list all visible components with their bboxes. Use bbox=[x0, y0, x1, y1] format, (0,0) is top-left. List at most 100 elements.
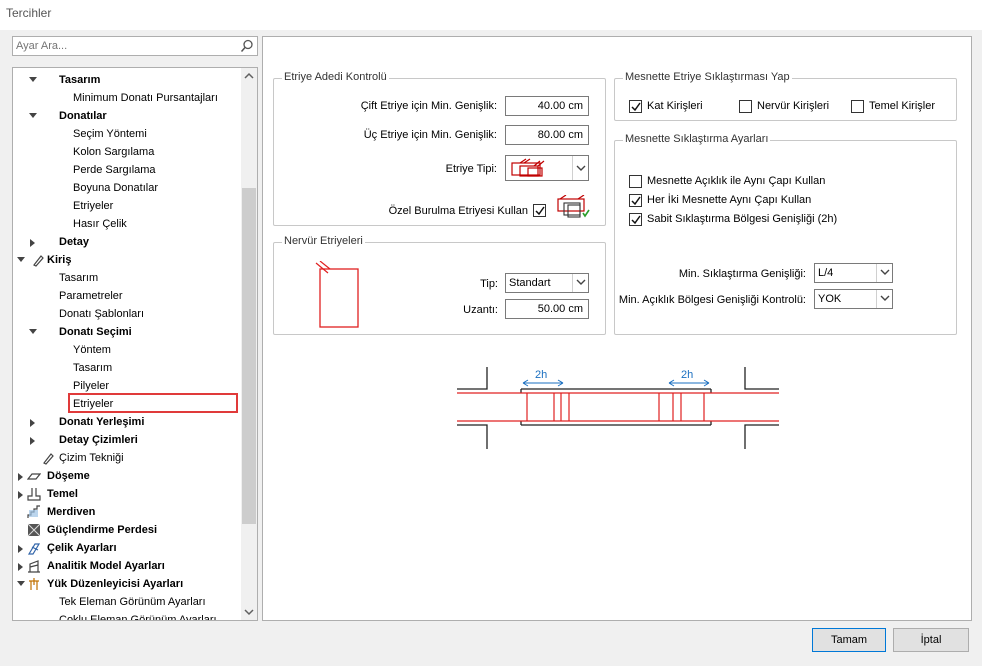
tree-item[interactable]: Perde Sargılama bbox=[13, 161, 241, 179]
nervur-tip-dropdown[interactable] bbox=[572, 274, 588, 292]
checkbox-box[interactable] bbox=[739, 100, 752, 113]
tree-item[interactable]: Temel bbox=[13, 485, 241, 503]
tree-item[interactable]: Kolon Sargılama bbox=[13, 143, 241, 161]
tree-item[interactable]: Kiriş bbox=[13, 251, 241, 269]
tree-item-label: Boyuna Donatılar bbox=[73, 182, 158, 194]
collapse-arrow-icon[interactable] bbox=[18, 491, 23, 499]
ozel-burulma-checkbox[interactable] bbox=[533, 202, 549, 218]
tree-scrollbar[interactable] bbox=[241, 68, 257, 620]
tree-item-label: Tasarım bbox=[59, 74, 101, 86]
tree-item[interactable]: Güçlendirme Perdesi bbox=[13, 521, 241, 539]
tree-item-label: Yöntem bbox=[73, 344, 111, 356]
expand-arrow-icon[interactable] bbox=[17, 581, 25, 586]
search-icon[interactable] bbox=[240, 39, 254, 53]
min-siklastirma-dropdown[interactable] bbox=[876, 264, 892, 282]
tree-item-label: Çizim Tekniği bbox=[59, 452, 124, 464]
tree-item[interactable]: Donatı Yerleşimi bbox=[13, 413, 241, 431]
tree-item[interactable]: Tasarım bbox=[13, 359, 241, 377]
rib-stirrup-drawing bbox=[315, 261, 359, 328]
checkbox-box[interactable] bbox=[629, 100, 642, 113]
tree-item[interactable]: Donatılar bbox=[13, 107, 241, 125]
min-siklastirma-value: L/4 bbox=[818, 267, 834, 279]
etriye-tipi-dropdown[interactable] bbox=[572, 156, 588, 180]
siklastirma-group: Mesnette Sıklaştırma Ayarları Mesnette A… bbox=[614, 133, 957, 335]
ozel-burulma-label: Özel Burulma Etriyesi Kullan bbox=[388, 205, 528, 217]
nervur-uzanti-label: Uzantı: bbox=[463, 304, 498, 316]
tree-item[interactable]: Etriyeler bbox=[13, 197, 241, 215]
nervur-uzanti-input[interactable]: 50.00 cm bbox=[505, 299, 589, 319]
checkbox-label: Sabit Sıklaştırma Bölgesi Genişliği (2h) bbox=[647, 213, 838, 225]
tree-item-label: Donatı Yerleşimi bbox=[59, 416, 145, 428]
expand-arrow-icon[interactable] bbox=[29, 77, 37, 82]
collapse-arrow-icon[interactable] bbox=[18, 473, 23, 481]
checkbox-box[interactable] bbox=[533, 204, 546, 217]
group-title: Etriye Adedi Kontrolü bbox=[282, 71, 389, 83]
tree-item[interactable]: Analitik Model Ayarları bbox=[13, 557, 241, 575]
uc-etriye-input[interactable]: 80.00 cm bbox=[505, 125, 589, 145]
min-aciklik-value: YOK bbox=[818, 293, 842, 305]
min-aciklik-combo[interactable]: YOK bbox=[814, 289, 893, 309]
tree-item[interactable]: Yöntem bbox=[13, 341, 241, 359]
expand-arrow-icon[interactable] bbox=[17, 257, 25, 262]
tree-item[interactable]: Döşeme bbox=[13, 467, 241, 485]
window-title: Tercihler bbox=[6, 6, 52, 20]
scroll-down-arrow-icon[interactable] bbox=[241, 604, 257, 620]
tree-item[interactable]: Merdiven bbox=[13, 503, 241, 521]
tree-item[interactable]: Donatı Seçimi bbox=[13, 323, 241, 341]
tree-item-label: Donatı Seçimi bbox=[59, 326, 132, 338]
chevron-down-icon bbox=[576, 279, 586, 285]
ok-button[interactable]: Tamam bbox=[812, 628, 886, 652]
tree-item[interactable]: Minimum Donatı Pursantajları bbox=[13, 89, 241, 107]
checkbox-box[interactable] bbox=[851, 100, 864, 113]
collapse-arrow-icon[interactable] bbox=[30, 437, 35, 445]
tree-item[interactable]: Tasarım bbox=[13, 269, 241, 287]
kat-kirisleri-checkbox[interactable]: Kat Kirişleri bbox=[629, 98, 719, 114]
tree-item[interactable]: Detay bbox=[13, 233, 241, 251]
tree-item[interactable]: Seçim Yöntemi bbox=[13, 125, 241, 143]
acikllik-ayni-cap-checkbox[interactable]: Mesnette Açıklık ile Aynı Çapı Kullan bbox=[629, 173, 829, 189]
cift-etriye-input[interactable]: 40.00 cm bbox=[505, 96, 589, 116]
tree-item[interactable]: Çelik Ayarları bbox=[13, 539, 241, 557]
tree-item[interactable]: Çizim Tekniği bbox=[13, 449, 241, 467]
search-box[interactable] bbox=[12, 36, 258, 56]
min-aciklik-dropdown[interactable] bbox=[876, 290, 892, 308]
collapse-arrow-icon[interactable] bbox=[18, 545, 23, 553]
collapse-arrow-icon[interactable] bbox=[30, 419, 35, 427]
group-title: Mesnette Sıklaştırma Ayarları bbox=[623, 133, 771, 145]
load-icon bbox=[29, 578, 39, 590]
search-input[interactable] bbox=[16, 39, 238, 53]
tree-item[interactable]: Çoklu Eleman Görünüm Ayarları bbox=[13, 611, 241, 620]
checkbox-box[interactable] bbox=[629, 194, 642, 207]
selected-item-highlight bbox=[68, 393, 238, 413]
cift-etriye-label: Çift Etriye için Min. Genişlik: bbox=[360, 100, 497, 112]
tree-item[interactable]: Parametreler bbox=[13, 287, 241, 305]
tree-item[interactable]: Donatı Şablonları bbox=[13, 305, 241, 323]
tree-item-label: Etriyeler bbox=[73, 200, 114, 212]
cancel-button[interactable]: İptal bbox=[893, 628, 969, 652]
analytic-icon bbox=[28, 560, 40, 573]
collapse-arrow-icon[interactable] bbox=[18, 563, 23, 571]
tree-item[interactable]: Boyuna Donatılar bbox=[13, 179, 241, 197]
checkbox-box[interactable] bbox=[629, 175, 642, 188]
expand-arrow-icon[interactable] bbox=[29, 329, 37, 334]
sabit-bolge-checkbox[interactable]: Sabit Sıklaştırma Bölgesi Genişliği (2h) bbox=[629, 211, 849, 227]
tree-item[interactable]: Tasarım bbox=[13, 71, 241, 89]
etriye-tipi-combo[interactable] bbox=[505, 155, 589, 181]
tree-item[interactable]: Hasır Çelik bbox=[13, 215, 241, 233]
nervur-tip-value: Standart bbox=[509, 277, 551, 289]
tree-item[interactable]: Detay Çizimleri bbox=[13, 431, 241, 449]
nervur-tip-combo[interactable]: Standart bbox=[505, 273, 589, 293]
scroll-thumb[interactable] bbox=[242, 188, 256, 524]
tree-item[interactable]: Tek Eleman Görünüm Ayarları bbox=[13, 593, 241, 611]
min-siklastirma-combo[interactable]: L/4 bbox=[814, 263, 893, 283]
tree-item[interactable]: Yük Düzenleyicisi Ayarları bbox=[13, 575, 241, 593]
pencil-icon bbox=[43, 453, 54, 465]
expand-arrow-icon[interactable] bbox=[29, 113, 37, 118]
scroll-up-arrow-icon[interactable] bbox=[241, 68, 257, 84]
nervur-kirisleri-checkbox[interactable]: Nervür Kirişleri bbox=[739, 98, 839, 114]
collapse-arrow-icon[interactable] bbox=[30, 239, 35, 247]
her-iki-mesnet-checkbox[interactable]: Her İki Mesnette Aynı Çapı Kullan bbox=[629, 192, 829, 208]
temel-kirisler-checkbox[interactable]: Temel Kirişler bbox=[851, 98, 951, 114]
settings-tree[interactable]: Tasarım Minimum Donatı Pursantajları Donat… bbox=[12, 67, 258, 621]
checkbox-box[interactable] bbox=[629, 213, 642, 226]
